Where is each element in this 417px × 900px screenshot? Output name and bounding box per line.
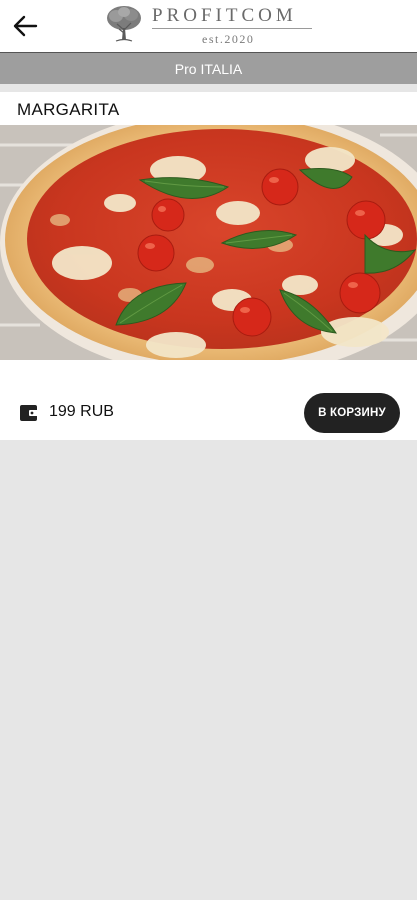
wallet-icon (20, 405, 38, 421)
back-button[interactable] (8, 9, 42, 43)
brand-logo: PROFITCOM est.2020 (104, 2, 316, 50)
app-header: PROFITCOM est.2020 (0, 0, 417, 52)
price-row: 199 RUB В КОРЗИНУ (0, 392, 417, 434)
product-card: MARGARITA 199 RUB В КОРЗИНУ (0, 92, 417, 440)
category-bar: Pro ITALIA (0, 52, 417, 84)
pizza-image (0, 125, 417, 360)
product-price: 199 RUB (49, 403, 114, 420)
arrow-left-icon (13, 15, 38, 37)
brand-divider (152, 28, 312, 29)
product-image (0, 125, 417, 360)
brand-tagline: est.2020 (202, 32, 255, 46)
product-title: MARGARITA (17, 100, 120, 119)
brand-name: PROFITCOM (152, 5, 297, 26)
tree-logo-icon (107, 6, 141, 42)
category-title: Pro ITALIA (174, 60, 243, 77)
add-to-cart-button[interactable]: В КОРЗИНУ (304, 393, 400, 433)
